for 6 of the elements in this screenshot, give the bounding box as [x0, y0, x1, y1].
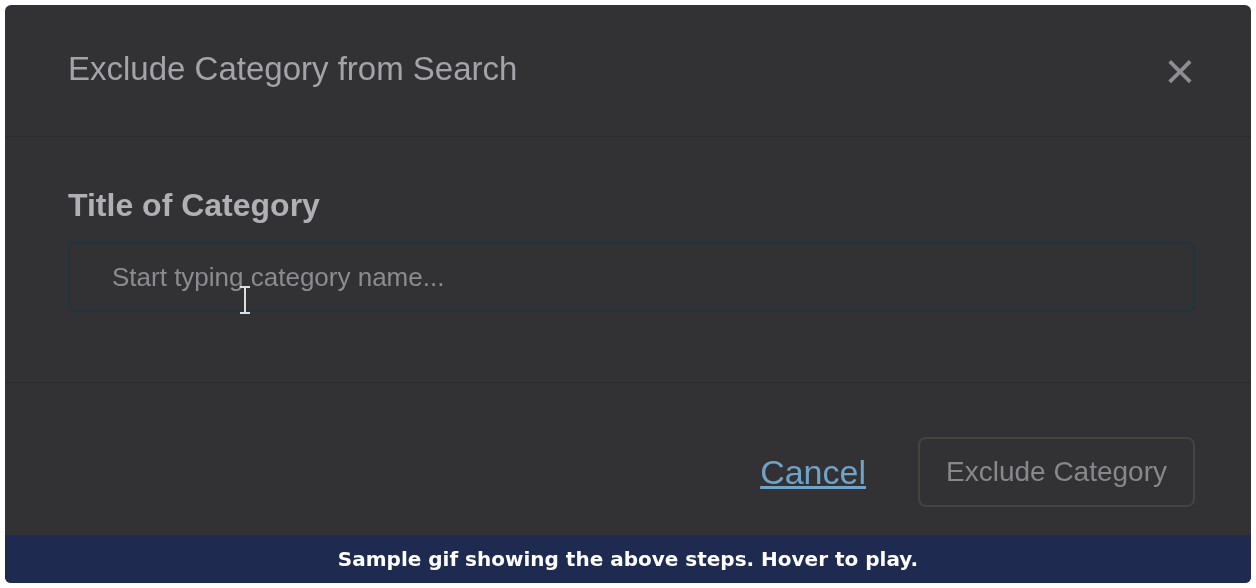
- field-label: Title of Category: [68, 187, 321, 224]
- dialog-title: Exclude Category from Search: [68, 49, 518, 88]
- input-field[interactable]: Start typing category name...: [68, 242, 1195, 312]
- cancel-link[interactable]: Cancel: [760, 452, 866, 492]
- caption-text: Sample gif showing the above steps. Hover to play.: [5, 535, 1251, 583]
- close-button[interactable]: ×: [1164, 44, 1195, 97]
